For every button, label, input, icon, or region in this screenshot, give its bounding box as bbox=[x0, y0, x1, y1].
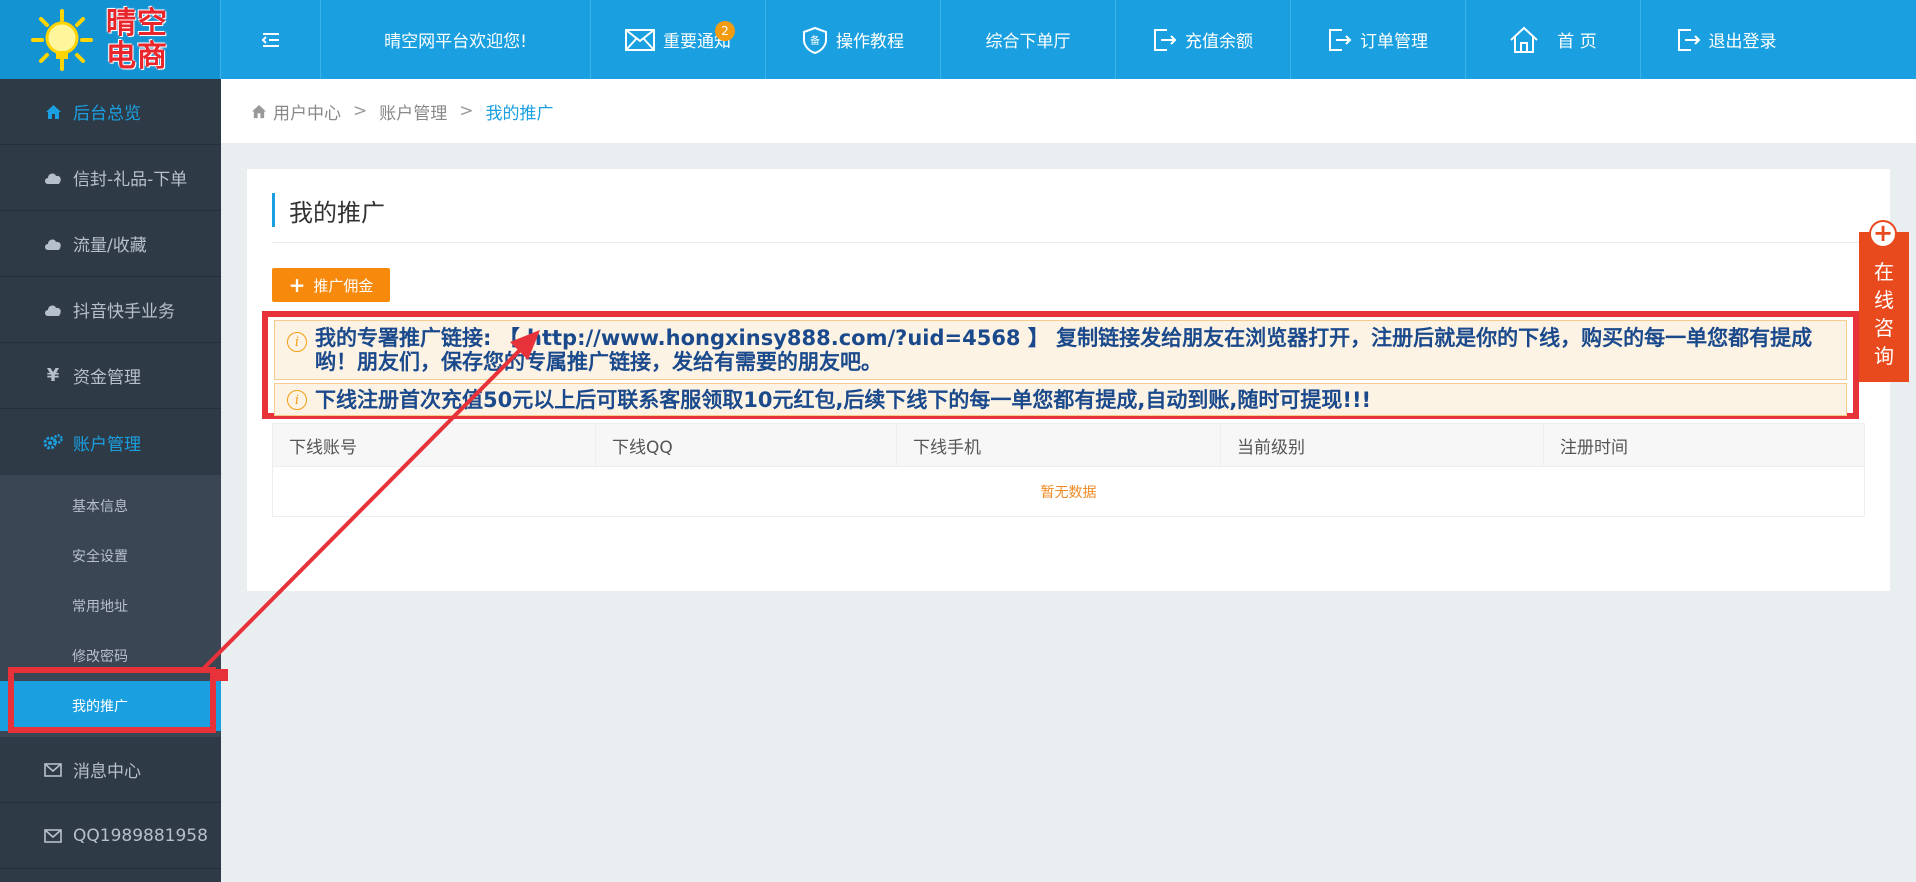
cloud-icon bbox=[43, 237, 63, 251]
column-header: 下线手机 bbox=[897, 424, 1221, 466]
envelope-icon bbox=[625, 28, 655, 51]
sidebar-item-overview[interactable]: 后台总览 bbox=[0, 79, 221, 145]
sidebar-item-gift-order[interactable]: 信封-礼品-下单 bbox=[0, 145, 221, 211]
commission-button[interactable]: + 推广佣金 bbox=[272, 268, 390, 302]
breadcrumb-home[interactable]: 用户中心 bbox=[273, 99, 341, 124]
plus-icon: + bbox=[288, 273, 306, 297]
empty-state: 暂无数据 bbox=[1040, 484, 1097, 501]
logo-text: 晴空电商 bbox=[106, 5, 168, 74]
column-header: 下线账号 bbox=[273, 424, 596, 466]
column-header: 注册时间 bbox=[1560, 437, 1628, 458]
notice-reward: i 下线注册首次充值50元以上后可联系客服领取10元红包,后续下线下的每一单您都… bbox=[274, 383, 1847, 416]
nav-logout[interactable]: 退出登录 bbox=[1641, 0, 1812, 79]
notice-referral-link: i 我的专署推广链接: 【 http://www.hongxinsy888.co… bbox=[274, 320, 1847, 380]
divider bbox=[272, 242, 1890, 243]
downline-table: 下线账号 下线QQ 下线手机 当前级别 注册时间 暂无数据 bbox=[272, 423, 1865, 517]
nav-home[interactable]: 首 页 bbox=[1466, 0, 1641, 79]
promotion-panel: 我的推广 + 推广佣金 i 我的专署推广链接: 【 http://www.hon… bbox=[247, 169, 1890, 591]
breadcrumb: 用户中心 > 账户管理 > 我的推广 bbox=[221, 79, 1916, 143]
logo[interactable]: 晴空电商 bbox=[0, 0, 221, 79]
envelope-icon bbox=[43, 762, 63, 777]
column-header: 下线QQ bbox=[596, 424, 897, 466]
submenu-address[interactable]: 常用地址 bbox=[0, 581, 221, 631]
column-header: 当前级别 bbox=[1221, 424, 1544, 466]
submenu-security[interactable]: 安全设置 bbox=[0, 531, 221, 581]
reward-text: 下线注册首次充值50元以上后可联系客服领取10元红包,后续下线下的每一单您都有提… bbox=[315, 388, 1372, 412]
notice-badge: 2 bbox=[715, 21, 735, 41]
table-header: 下线账号 下线QQ 下线手机 当前级别 注册时间 bbox=[273, 424, 1864, 467]
info-icon: i bbox=[287, 332, 307, 352]
nav-orders[interactable]: 订单管理 bbox=[1291, 0, 1466, 79]
shield-icon: 备 bbox=[803, 26, 827, 54]
yen-icon: ¥ bbox=[46, 365, 60, 386]
exit-icon bbox=[1677, 28, 1700, 51]
cloud-icon bbox=[43, 303, 63, 317]
sidebar-item-account[interactable]: 账户管理 bbox=[0, 409, 221, 475]
home-icon bbox=[43, 104, 63, 120]
exit-icon bbox=[1154, 28, 1177, 51]
online-consult-widget[interactable]: + 在 线 咨 询 bbox=[1859, 220, 1909, 382]
notice-highlight-box: i 我的专署推广链接: 【 http://www.hongxinsy888.co… bbox=[262, 311, 1859, 419]
sidebar-item-qq[interactable]: QQ1989881958 bbox=[0, 803, 221, 869]
nav-tutorial[interactable]: 备 操作教程 bbox=[766, 0, 941, 79]
cloud-icon bbox=[43, 171, 63, 185]
envelope-icon bbox=[43, 828, 63, 843]
plus-icon: + bbox=[1869, 220, 1897, 248]
sidebar: 后台总览 信封-礼品-下单 流量/收藏 抖音快手业务 ¥ 资金管理 账户管理 基… bbox=[0, 79, 221, 882]
nav-notice[interactable]: 重要通知 2 bbox=[591, 0, 766, 79]
sidebar-item-traffic[interactable]: 流量/收藏 bbox=[0, 211, 221, 277]
nav-recharge[interactable]: 充值余额 bbox=[1116, 0, 1291, 79]
welcome-text: 晴空网平台欢迎您! bbox=[321, 0, 591, 79]
breadcrumb-current: 我的推广 bbox=[485, 103, 554, 124]
breadcrumb-separator: > bbox=[459, 101, 474, 121]
submenu-basic-info[interactable]: 基本信息 bbox=[0, 481, 221, 531]
svg-text:备: 备 bbox=[810, 34, 820, 47]
breadcrumb-account[interactable]: 账户管理 bbox=[379, 99, 447, 124]
menu-toggle-button[interactable] bbox=[221, 0, 321, 79]
annotation-highlight-box bbox=[8, 667, 216, 733]
sidebar-item-funds[interactable]: ¥ 资金管理 bbox=[0, 343, 221, 409]
info-icon: i bbox=[287, 390, 307, 410]
sidebar-item-douyin[interactable]: 抖音快手业务 bbox=[0, 277, 221, 343]
menu-collapse-icon bbox=[261, 32, 279, 47]
nav-order-hall[interactable]: 综合下单厅 bbox=[941, 0, 1116, 79]
exit-icon bbox=[1329, 28, 1352, 51]
home-icon bbox=[1510, 26, 1538, 53]
gears-icon bbox=[43, 434, 63, 450]
top-navbar: 晴空电商 晴空网平台欢迎您! 重要通知 2 备 操作教程 综合下单厅 充值余额 … bbox=[0, 0, 1916, 79]
sidebar-item-messages[interactable]: 消息中心 bbox=[0, 737, 221, 803]
referral-link-text[interactable]: 我的专署推广链接: 【 http://www.hongxinsy888.com/… bbox=[315, 326, 1828, 374]
breadcrumb-separator: > bbox=[353, 101, 368, 121]
page-title: 我的推广 bbox=[272, 193, 385, 227]
sun-logo-icon bbox=[31, 8, 93, 71]
home-icon bbox=[251, 104, 267, 118]
